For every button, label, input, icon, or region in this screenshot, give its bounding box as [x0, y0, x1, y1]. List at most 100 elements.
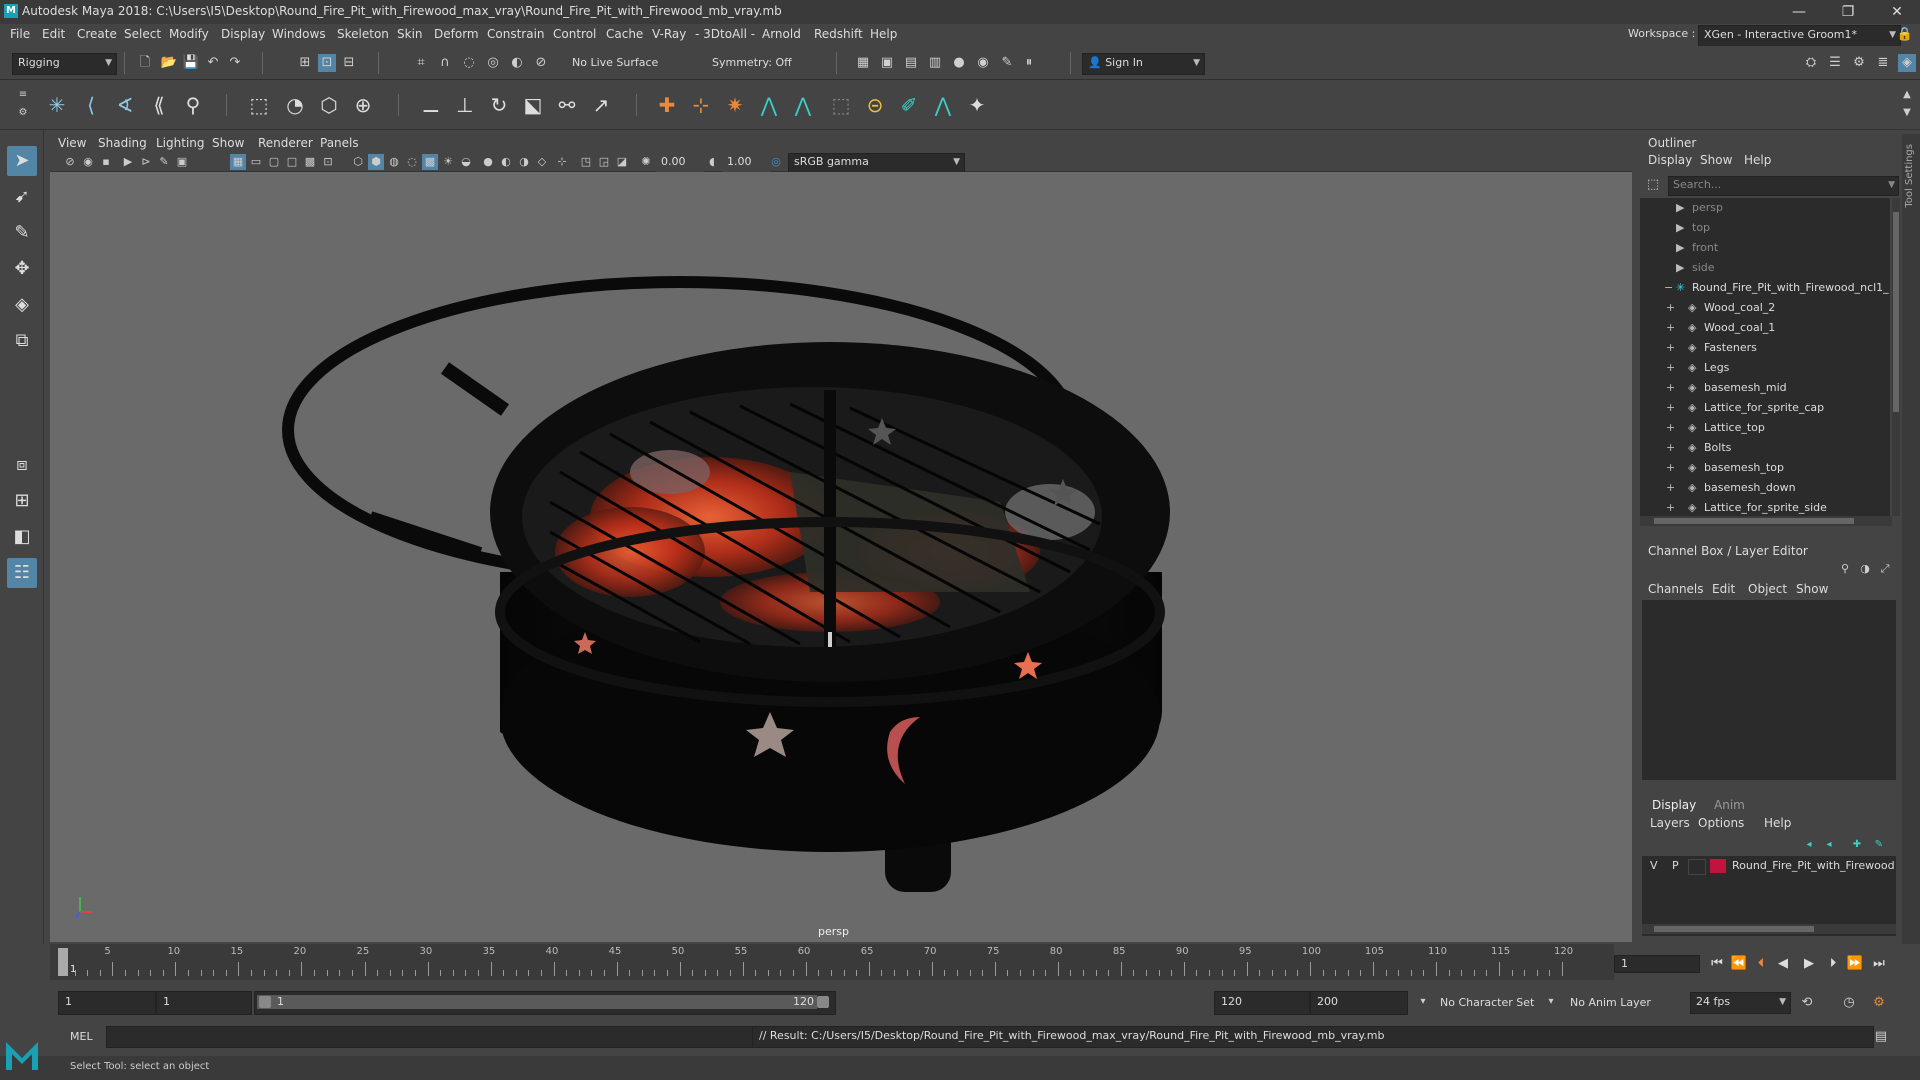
field-chart-icon[interactable]: ▩ [302, 154, 318, 170]
move-layer-down-icon[interactable]: ◂ [1820, 836, 1838, 854]
character-icon[interactable]: ✷ [722, 92, 748, 118]
camera-icon[interactable]: ◉ [80, 154, 96, 170]
expand-icon[interactable]: + [1666, 438, 1675, 458]
layer-hscrollbar[interactable] [1642, 924, 1896, 934]
snap-surface-icon[interactable]: ◐ [508, 54, 526, 72]
menu-cache[interactable]: Cache [606, 27, 643, 41]
layer-visibility-toggle[interactable]: V [1650, 859, 1658, 872]
aim-constraint-icon[interactable]: ⊥ [452, 92, 478, 118]
outliner-item[interactable]: + ◈ basemesh_mid [1640, 378, 1890, 398]
tool-settings-side-tab[interactable]: Tool Settings [1902, 134, 1920, 944]
symmetry-dropdown[interactable]: Symmetry: Off [706, 53, 813, 75]
hscrollbar-thumb[interactable] [1654, 926, 1814, 932]
new-layer-selected-icon[interactable]: ✎ [1870, 836, 1888, 854]
menu-vray[interactable]: V-Ray [652, 27, 686, 41]
expand-icon[interactable]: + [1666, 298, 1675, 318]
channel-menu-show[interactable]: Show [1796, 582, 1828, 596]
pause-icon[interactable]: ⏸ [1020, 54, 1038, 72]
snap-live-icon[interactable]: ⊘ [532, 54, 550, 72]
collapse-icon[interactable]: − [1664, 278, 1673, 298]
workspace-dropdown[interactable]: XGen - Interactive Groom1* ▼ [1698, 25, 1901, 47]
menu-redshift[interactable]: Redshift [814, 27, 863, 41]
perspective-viewport[interactable]: persp [50, 172, 1632, 942]
redo-icon[interactable]: ↷ [226, 54, 244, 72]
ik-spline-icon[interactable]: ∢ [112, 92, 138, 118]
outliner-item[interactable]: − ✳ Round_Fire_Pit_with_Firewood_ncl1_ [1640, 278, 1890, 298]
parent-constraint-icon[interactable]: ⚯ [554, 92, 580, 118]
menu-skeleton[interactable]: Skeleton [337, 27, 389, 41]
lock-icon[interactable]: 🔒 [1896, 26, 1914, 44]
camera-attributes-icon[interactable]: ⊘ [62, 154, 78, 170]
outliner-item[interactable]: + ◈ Lattice_for_sprite_side [1640, 498, 1890, 516]
ik-handle-icon[interactable]: ⟨ [78, 92, 104, 118]
snap-grid-icon[interactable]: ⌗ [412, 54, 430, 72]
wireframe-on-shaded-icon[interactable]: ▦ [230, 154, 246, 170]
channel-menu-channels[interactable]: Channels [1648, 582, 1704, 596]
layer-row[interactable]: V P Round_Fire_Pit_with_Firewood [1642, 856, 1896, 876]
expand-icon[interactable]: + [1666, 478, 1675, 498]
expand-icon[interactable]: + [1666, 358, 1675, 378]
chevron-down-icon[interactable]: ▾ [1414, 993, 1432, 1011]
textured-icon[interactable]: ▩ [422, 154, 438, 170]
menu-3dtoall[interactable]: - 3DtoAll - [695, 27, 755, 41]
shadows-icon[interactable]: ◒ [458, 154, 474, 170]
move-tool-icon[interactable]: ✥ [7, 254, 37, 284]
auto-key-icon[interactable]: ◷ [1840, 994, 1858, 1012]
shelf-scroll-down-icon[interactable]: ▼ [1898, 104, 1916, 122]
render-view-icon[interactable]: ▦ [854, 54, 872, 72]
blend-shape-icon[interactable]: ⊝ [862, 92, 888, 118]
no-transparency-icon[interactable]: ◪ [614, 154, 630, 170]
motion-blur-icon[interactable]: ◐ [498, 154, 514, 170]
range-end-grip[interactable] [817, 996, 829, 1008]
go-to-end-icon[interactable]: ⏭ [1870, 955, 1888, 973]
outliner-item[interactable]: + ◈ Wood_coal_2 [1640, 298, 1890, 318]
menu-display[interactable]: Display [221, 27, 265, 41]
channel-menu-edit[interactable]: Edit [1712, 582, 1735, 596]
menu-select[interactable]: Select [124, 27, 161, 41]
menu-edit[interactable]: Edit [42, 27, 65, 41]
outliner-item[interactable]: + ◈ Lattice_for_sprite_cap [1640, 398, 1890, 418]
shelf-menu-icon[interactable]: ≡ [14, 86, 32, 104]
tool-settings-icon[interactable]: ⚙ [1850, 54, 1868, 72]
current-time-marker[interactable] [58, 948, 68, 976]
outliner-item[interactable]: + ◈ Fasteners [1640, 338, 1890, 358]
expand-icon[interactable]: + [1666, 418, 1675, 438]
step-forward-key-icon[interactable]: ⏩ [1846, 955, 1864, 973]
outliner-layout-icon[interactable]: ☷ [7, 558, 37, 588]
menu-modify[interactable]: Modify [169, 27, 209, 41]
save-scene-icon[interactable]: 💾 [182, 54, 200, 72]
outliner-item[interactable]: + ◈ Bolts [1640, 438, 1890, 458]
viewport-menu-renderer[interactable]: Renderer [258, 136, 313, 150]
loop-icon[interactable]: ⟲ [1798, 994, 1816, 1012]
channel-menu-object[interactable]: Object [1748, 582, 1787, 596]
snap-view-icon[interactable]: ◎ [484, 54, 502, 72]
channel-box-toggle-icon[interactable]: ⚲ [1836, 560, 1854, 578]
live-surface-field[interactable]: No Live Surface [566, 53, 671, 75]
menu-skin[interactable]: Skin [397, 27, 423, 41]
scrollbar-thumb[interactable] [1893, 212, 1899, 412]
lasso-tool-icon[interactable]: ➹ [7, 182, 37, 212]
outliner-menu-show[interactable]: Show [1700, 153, 1732, 167]
single-perspective-layout-icon[interactable]: ⧈ [7, 450, 37, 480]
gate-mask-icon[interactable]: □ [284, 154, 300, 170]
layer-editor-toggle-icon[interactable]: ◑ [1856, 560, 1874, 578]
image-plane-icon[interactable]: ▶ [120, 154, 136, 170]
exposure-field[interactable]: 0.00 [656, 154, 704, 172]
outliner-item[interactable]: + ◈ Wood_coal_1 [1640, 318, 1890, 338]
outliner-filter-icon[interactable]: ⬚ [1644, 176, 1662, 194]
vray-ipr-icon[interactable]: ✎ [998, 54, 1016, 72]
playback-end-field[interactable]: 120 [1214, 991, 1310, 1015]
menu-windows[interactable]: Windows [272, 27, 326, 41]
shelf-scroll-up-icon[interactable]: ▲ [1898, 86, 1916, 104]
animation-preferences-icon[interactable]: ⚙ [1870, 994, 1888, 1012]
render-frame-icon[interactable]: ▣ [878, 54, 896, 72]
select-hierarchy-icon[interactable]: ⊞ [296, 54, 314, 72]
viewport-menu-show[interactable]: Show [212, 136, 244, 150]
vray-render-icon[interactable]: ◉ [974, 54, 992, 72]
snap-curve-icon[interactable]: ∩ [436, 54, 454, 72]
go-to-start-icon[interactable]: ⏮ [1708, 955, 1726, 973]
ipr-render-icon[interactable]: ▤ [902, 54, 920, 72]
grid-icon[interactable]: ▣ [174, 154, 190, 170]
color-space-dropdown[interactable]: sRGB gamma ▼ [788, 153, 965, 173]
step-back-key-icon[interactable]: ⏪ [1730, 955, 1748, 973]
